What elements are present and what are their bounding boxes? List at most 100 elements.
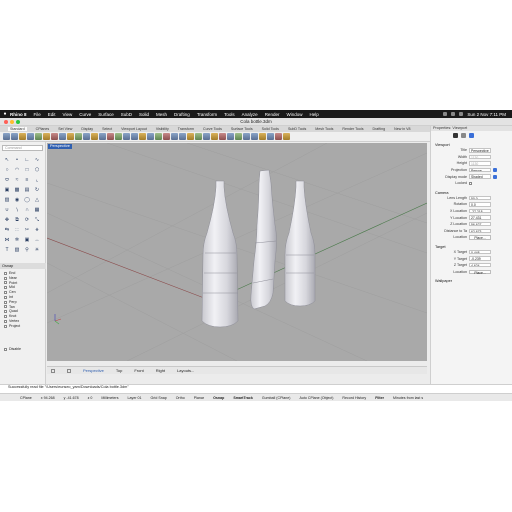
point-icon[interactable]: • bbox=[13, 156, 21, 164]
object-properties-icon[interactable] bbox=[469, 132, 474, 138]
rectangle-icon[interactable]: □ bbox=[23, 166, 31, 174]
curve-icon[interactable]: ∿ bbox=[33, 156, 41, 164]
tab-perspective[interactable]: Perspective bbox=[83, 368, 104, 373]
viewport-title[interactable]: Perspective bbox=[48, 144, 72, 149]
gear-icon[interactable] bbox=[275, 133, 282, 140]
projection-select[interactable]: Perspe... bbox=[469, 167, 491, 173]
select-all-icon[interactable] bbox=[155, 133, 162, 140]
checkbox-icon[interactable] bbox=[4, 324, 7, 328]
x-target-field[interactable]: 0.448 bbox=[469, 249, 491, 255]
offset-icon[interactable]: ≡ bbox=[23, 176, 31, 184]
checkbox-icon[interactable] bbox=[4, 305, 7, 309]
status-osnap[interactable]: Osnap bbox=[213, 396, 224, 400]
fillet-icon[interactable]: ⌞ bbox=[33, 176, 41, 184]
circle-icon[interactable]: ○ bbox=[3, 166, 11, 174]
y-target-field[interactable]: -0.239 bbox=[469, 256, 491, 261]
redo-icon[interactable] bbox=[75, 133, 82, 140]
undo-icon[interactable] bbox=[67, 133, 74, 140]
print-icon[interactable] bbox=[27, 133, 34, 140]
pan-icon[interactable] bbox=[83, 133, 90, 140]
tab-front[interactable]: Front bbox=[134, 368, 143, 373]
trim-icon[interactable]: ✂ bbox=[23, 226, 31, 234]
tab-layouts[interactable]: Layouts... bbox=[177, 368, 194, 373]
display-mode-select[interactable]: Shaded bbox=[469, 174, 491, 179]
viewport-menu-icon[interactable] bbox=[67, 368, 71, 373]
four-view-icon[interactable] bbox=[139, 133, 146, 140]
mirror-icon[interactable]: ⇆ bbox=[3, 226, 11, 234]
osnap-disable[interactable]: Disable bbox=[4, 347, 21, 351]
chevron-down-icon[interactable] bbox=[493, 168, 497, 173]
tab-solid-tools[interactable]: Solid Tools bbox=[262, 127, 279, 131]
menu-window[interactable]: Window bbox=[286, 112, 302, 117]
distance-to-target-field[interactable]: 62.673 bbox=[469, 228, 491, 234]
tab-new-in-v8[interactable]: New in V8 bbox=[394, 127, 410, 131]
zoom-icon[interactable] bbox=[99, 133, 106, 140]
mesh-icon[interactable]: ▦ bbox=[33, 206, 41, 214]
status-filter[interactable]: Filter bbox=[375, 396, 384, 400]
open-file-icon[interactable] bbox=[11, 133, 18, 140]
tab-curve-tools[interactable]: Curve Tools bbox=[203, 127, 222, 131]
status-cplane[interactable]: CPlane bbox=[20, 396, 32, 400]
status-gumball[interactable]: Gumball (CPlane) bbox=[262, 396, 291, 400]
menu-drafting[interactable]: Drafting bbox=[174, 112, 190, 117]
bottle-middle[interactable] bbox=[250, 169, 277, 310]
cut-icon[interactable] bbox=[43, 133, 50, 140]
add-viewport-icon[interactable] bbox=[51, 368, 55, 373]
y-location-field[interactable]: 27.431 bbox=[469, 215, 491, 220]
extrude-icon[interactable]: ▣ bbox=[3, 186, 11, 194]
checkbox-icon[interactable] bbox=[4, 291, 7, 295]
checkbox-icon[interactable] bbox=[4, 315, 7, 319]
menu-solid[interactable]: Solid bbox=[139, 112, 149, 117]
boolean-difference-icon[interactable]: ∖ bbox=[13, 206, 21, 214]
join-icon[interactable]: ⋈ bbox=[3, 236, 11, 244]
menu-transform[interactable]: Transform bbox=[197, 112, 217, 117]
tab-render-tools[interactable]: Render Tools bbox=[342, 127, 363, 131]
explode-icon[interactable]: ✲ bbox=[13, 236, 21, 244]
cylinder-icon[interactable]: ◯ bbox=[23, 196, 31, 204]
zoom-window-tool-icon[interactable] bbox=[107, 133, 114, 140]
group-icon[interactable]: ▣ bbox=[23, 236, 31, 244]
menu-view[interactable]: View bbox=[63, 112, 73, 117]
polygon-icon[interactable]: ⬡ bbox=[33, 166, 41, 174]
rendered-icon[interactable] bbox=[227, 133, 234, 140]
polyline-icon[interactable]: ∟ bbox=[23, 156, 31, 164]
material-icon[interactable] bbox=[243, 133, 250, 140]
search-icon[interactable] bbox=[459, 112, 464, 116]
text-icon[interactable]: T bbox=[3, 246, 11, 254]
cplane-icon[interactable] bbox=[147, 133, 154, 140]
zoom-extents-icon[interactable] bbox=[115, 133, 122, 140]
arc-icon[interactable]: ◠ bbox=[13, 166, 21, 174]
ellipse-icon[interactable]: ⬭ bbox=[3, 176, 11, 184]
render-tool-icon[interactable]: ☀ bbox=[33, 246, 41, 254]
new-file-icon[interactable] bbox=[3, 133, 10, 140]
surface-icon[interactable]: ▩ bbox=[13, 186, 21, 194]
help-icon[interactable] bbox=[283, 133, 290, 140]
boolean-union-icon[interactable]: ∪ bbox=[3, 206, 11, 214]
tab-display[interactable]: Display bbox=[81, 127, 93, 131]
tab-subd-tools[interactable]: SubD Tools bbox=[288, 127, 306, 131]
menu-render[interactable]: Render bbox=[265, 112, 280, 117]
undo-view-icon[interactable] bbox=[131, 133, 138, 140]
revolve-icon[interactable]: ↻ bbox=[33, 186, 41, 194]
zoom-selected-icon[interactable] bbox=[123, 133, 130, 140]
tab-viewport-layout[interactable]: Viewport Layout bbox=[121, 127, 147, 131]
checkbox-icon[interactable] bbox=[4, 347, 7, 351]
properties-icon[interactable] bbox=[203, 133, 210, 140]
tab-right[interactable]: Right bbox=[156, 368, 165, 373]
lens-length-field[interactable]: 50.0 bbox=[469, 195, 491, 201]
hide-icon[interactable] bbox=[163, 133, 170, 140]
status-layer[interactable]: Layer 01 bbox=[128, 396, 142, 400]
menu-mesh[interactable]: Mesh bbox=[156, 112, 167, 117]
bottle-right[interactable] bbox=[284, 180, 316, 307]
camera-icon[interactable] bbox=[453, 132, 458, 138]
menu-help[interactable]: Help bbox=[309, 112, 318, 117]
tab-standard[interactable]: Standard bbox=[8, 127, 27, 131]
place-camera-button[interactable]: Place... bbox=[469, 235, 491, 240]
tab-select[interactable]: Select bbox=[102, 127, 112, 131]
rotate-icon[interactable]: ⟳ bbox=[23, 216, 31, 224]
boolean-intersection-icon[interactable]: ∩ bbox=[23, 206, 31, 214]
status-planar[interactable]: Planar bbox=[194, 396, 204, 400]
checkbox-icon[interactable] bbox=[4, 295, 7, 299]
tab-visibility[interactable]: Visibility bbox=[156, 127, 169, 131]
cone-icon[interactable]: △ bbox=[33, 196, 41, 204]
